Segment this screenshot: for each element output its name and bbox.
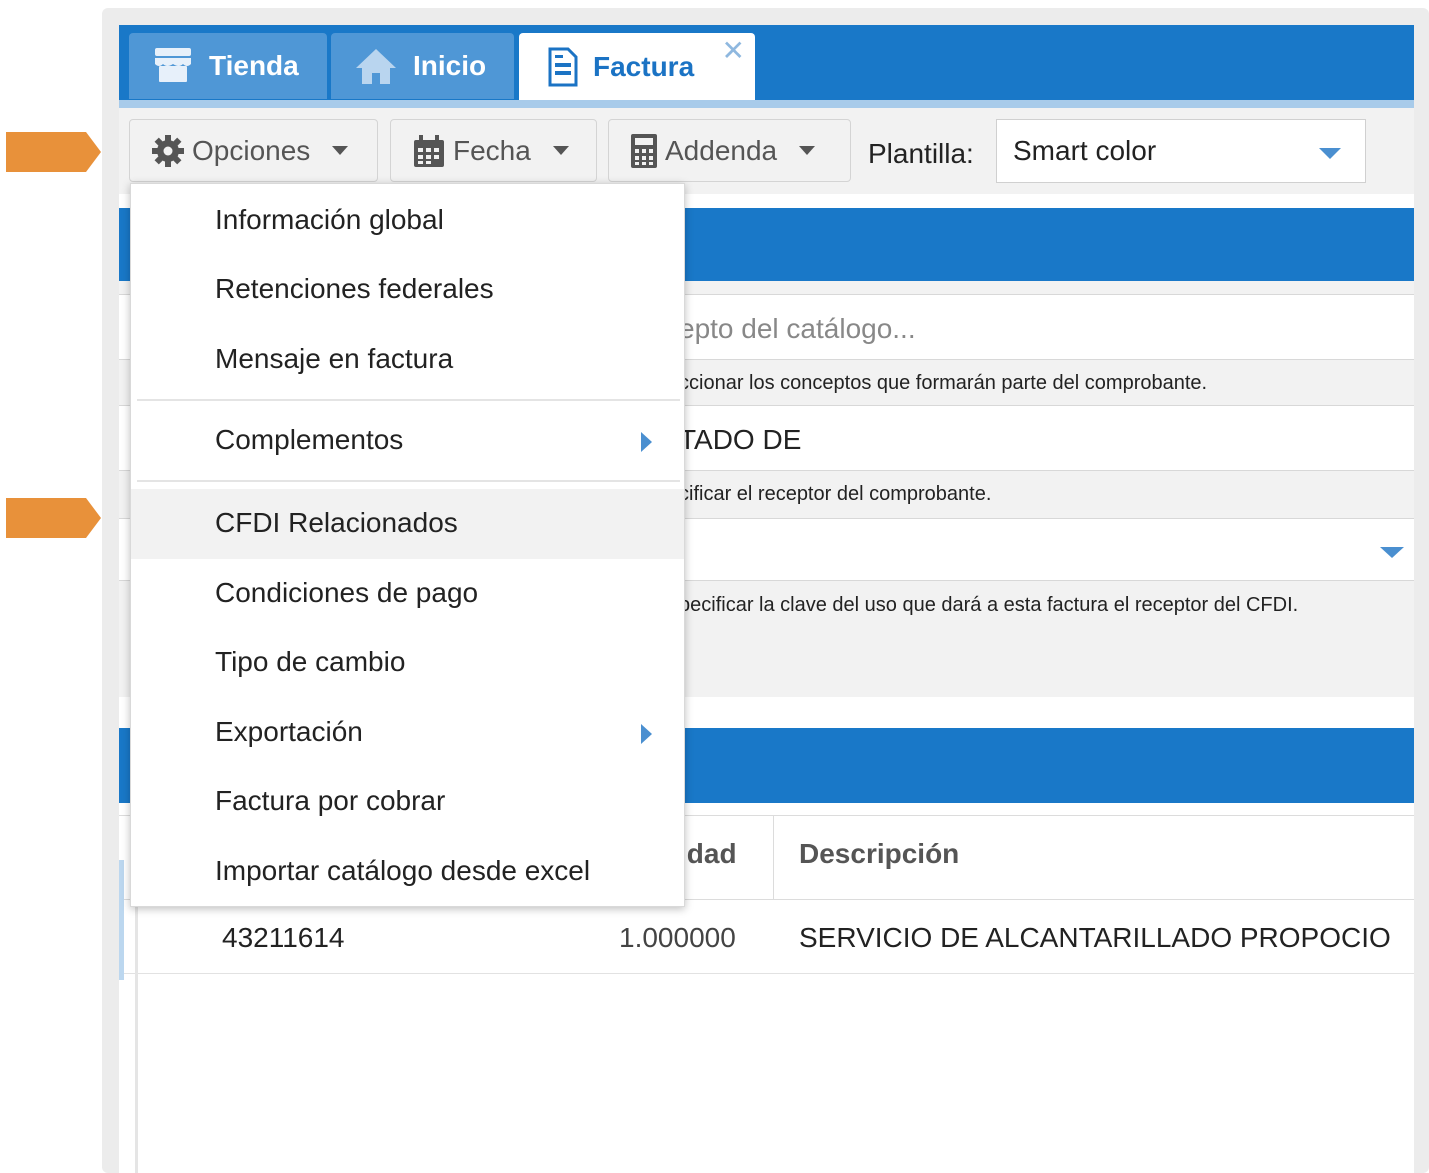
tab-bar: Tienda Inicio Factura ✕ (119, 25, 1414, 108)
menu-item-label: Condiciones de pago (215, 577, 479, 608)
options-button[interactable]: Opciones (129, 119, 378, 182)
uso-cfdi-help-text: pecificar la clave del uso que dará a es… (679, 594, 1299, 616)
app-window: Tienda Inicio Factura ✕ Opciones Fecha A… (119, 25, 1414, 1173)
column-header-descripcion[interactable]: Descripción (799, 838, 959, 870)
addenda-button[interactable]: Addenda (608, 119, 851, 182)
tab-inicio-label: Inicio (413, 50, 487, 81)
close-icon[interactable]: ✕ (722, 37, 745, 65)
tab-tienda-label: Tienda (209, 50, 299, 81)
addenda-label: Addenda (665, 134, 778, 166)
concept-search-placeholder: epto del catálogo... (679, 313, 916, 344)
tab-factura[interactable]: Factura ✕ (519, 33, 755, 100)
callout-arrow-icon (6, 132, 101, 172)
cell-quantity: 1.000000 (619, 922, 736, 953)
menu-item-exportacion[interactable]: Exportación (131, 698, 686, 768)
cell-description: SERVICIO DE ALCANTARILLADO PROPOCIO (799, 922, 1391, 953)
chevron-right-icon (641, 432, 652, 452)
menu-item-tipo-de-cambio[interactable]: Tipo de cambio (131, 628, 686, 698)
menu-divider (137, 399, 680, 401)
chevron-right-icon (641, 724, 652, 744)
menu-item-condiciones-de-pago[interactable]: Condiciones de pago (131, 559, 686, 629)
callout-arrow-icon (6, 498, 101, 538)
template-select[interactable]: Smart color (996, 119, 1366, 183)
template-label: Plantilla: (868, 138, 974, 169)
menu-item-retenciones-federales[interactable]: Retenciones federales (131, 255, 686, 325)
menu-item-label: Importar catálogo desde excel (215, 855, 591, 886)
tab-factura-label: Factura (593, 50, 695, 82)
store-icon (151, 46, 195, 86)
calendar-icon (411, 133, 447, 169)
menu-item-label: Información global (215, 204, 444, 235)
menu-item-cfdi-relacionados[interactable]: CFDI Relacionados (131, 489, 684, 559)
gear-icon (150, 133, 186, 169)
chevron-down-icon (1380, 547, 1404, 558)
options-label: Opciones (192, 134, 311, 166)
date-label: Fecha (453, 134, 531, 166)
chevron-down-icon (552, 146, 569, 155)
home-icon (353, 46, 399, 86)
chevron-down-icon (799, 146, 816, 155)
menu-item-factura-por-cobrar[interactable]: Factura por cobrar (131, 767, 686, 837)
menu-item-complementos[interactable]: Complementos (131, 406, 686, 476)
tab-tienda[interactable]: Tienda (129, 33, 327, 99)
chevron-down-icon (332, 146, 349, 155)
menu-item-label: Tipo de cambio (215, 646, 406, 677)
column-divider (773, 816, 774, 901)
toolbar: Opciones Fecha Addenda Plantilla: Smart … (119, 108, 1414, 194)
table-row[interactable]: 43211614 1.000000 SERVICIO DE ALCANTARIL… (119, 900, 1414, 974)
cell-code: 43211614 (222, 922, 345, 953)
calculator-icon (629, 132, 659, 170)
options-dropdown-menu: Información global Retenciones federales… (130, 183, 685, 907)
menu-item-informacion-global[interactable]: Información global (131, 186, 686, 256)
menu-item-label: Exportación (215, 716, 363, 747)
template-select-value: Smart color (1013, 135, 1157, 166)
table-left-border (135, 900, 138, 1173)
document-icon (547, 47, 579, 87)
menu-item-label: CFDI Relacionados (215, 507, 458, 538)
column-header-cantidad[interactable]: idad (679, 838, 737, 870)
tab-inicio[interactable]: Inicio (331, 33, 514, 99)
receptor-value: TADO DE (679, 424, 802, 455)
menu-item-mensaje-en-factura[interactable]: Mensaje en factura (131, 325, 686, 395)
menu-item-label: Complementos (215, 424, 404, 455)
menu-item-importar-catalogo[interactable]: Importar catálogo desde excel (131, 837, 686, 907)
menu-item-label: Retenciones federales (215, 273, 494, 304)
concept-help-text: ccionar los conceptos que formarán parte… (679, 372, 1208, 394)
date-button[interactable]: Fecha (390, 119, 597, 182)
chevron-down-icon (1319, 148, 1341, 159)
row-selection-accent (119, 860, 124, 980)
menu-item-label: Mensaje en factura (215, 343, 454, 374)
menu-divider (137, 480, 680, 482)
menu-item-label: Factura por cobrar (215, 785, 446, 816)
receptor-help-text: cificar el receptor del comprobante. (679, 483, 992, 505)
